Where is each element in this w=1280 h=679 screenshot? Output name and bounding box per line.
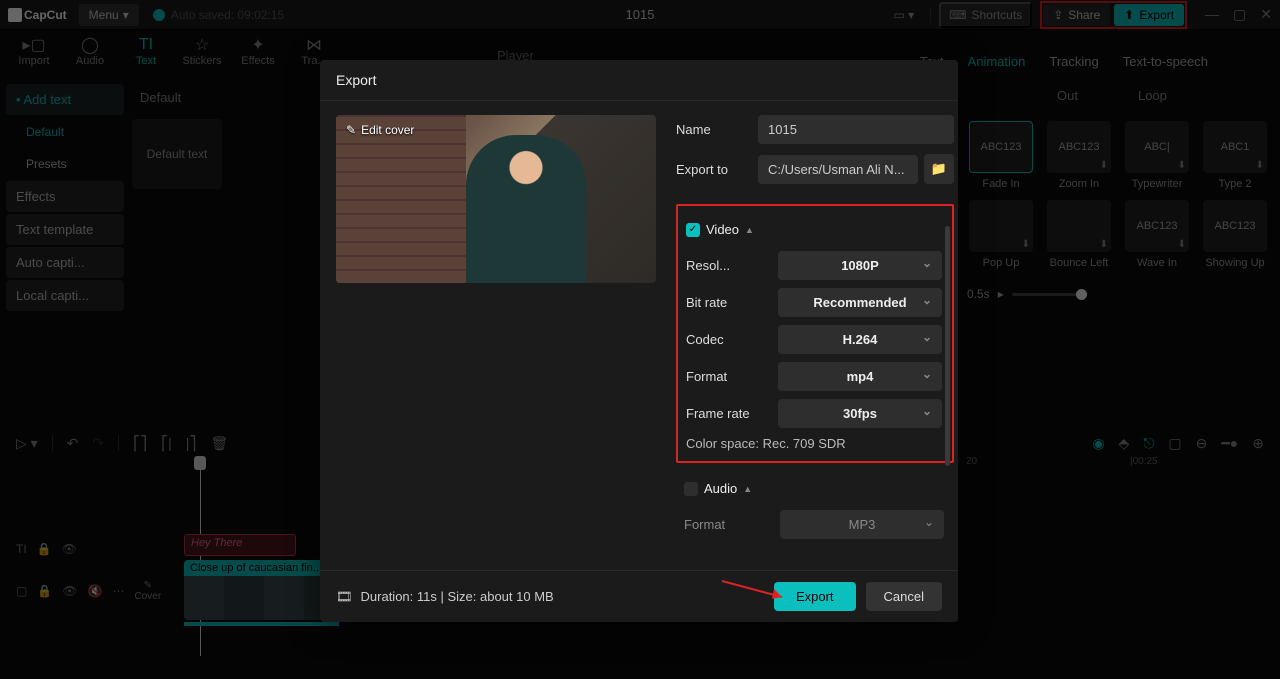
- collapse-icon[interactable]: ▲: [745, 225, 754, 235]
- cover-preview: ✎Edit cover: [336, 115, 656, 283]
- audio-settings-section: Audio ▲ Format MP3: [676, 473, 954, 547]
- resolution-label: Resol...: [686, 258, 730, 273]
- scrollbar[interactable]: [945, 226, 950, 466]
- edit-cover-button[interactable]: ✎Edit cover: [346, 123, 414, 137]
- exportto-label: Export to: [676, 162, 748, 177]
- cancel-button[interactable]: Cancel: [866, 582, 942, 611]
- folder-icon: 📁: [931, 161, 947, 177]
- exportto-path: C:/Users/Usman Ali N...: [758, 155, 918, 184]
- pencil-icon: ✎: [346, 123, 356, 137]
- bitrate-label: Bit rate: [686, 295, 727, 310]
- codec-select[interactable]: H.264: [778, 325, 942, 354]
- dialog-title: Export: [320, 60, 958, 101]
- audio-format-select[interactable]: MP3: [780, 510, 944, 539]
- format-select[interactable]: mp4: [778, 362, 942, 391]
- name-label: Name: [676, 122, 748, 137]
- colorspace-info: Color space: Rec. 709 SDR: [686, 436, 942, 451]
- audio-format-label: Format: [684, 517, 725, 532]
- video-checkbox[interactable]: ✓: [686, 223, 700, 237]
- collapse-icon[interactable]: ▲: [743, 484, 752, 494]
- film-icon: 🎞: [336, 589, 353, 605]
- browse-folder-button[interactable]: 📁: [924, 154, 954, 184]
- bitrate-select[interactable]: Recommended: [778, 288, 942, 317]
- resolution-select[interactable]: 1080P: [778, 251, 942, 280]
- video-settings-section: ✓ Video ▲ Resol... 1080P Bit rate Recommen…: [676, 204, 954, 463]
- audio-section-title: Audio: [704, 481, 737, 496]
- export-dialog: Export ✎Edit cover Name Export to C:/Use…: [320, 60, 958, 622]
- framerate-select[interactable]: 30fps: [778, 399, 942, 428]
- audio-checkbox[interactable]: [684, 482, 698, 496]
- export-confirm-button[interactable]: Export: [774, 582, 856, 611]
- framerate-label: Frame rate: [686, 406, 750, 421]
- export-info: 🎞Duration: 11s | Size: about 10 MB: [336, 589, 554, 605]
- format-label: Format: [686, 369, 727, 384]
- codec-label: Codec: [686, 332, 724, 347]
- video-section-title: Video: [706, 222, 739, 237]
- name-input[interactable]: [758, 115, 954, 144]
